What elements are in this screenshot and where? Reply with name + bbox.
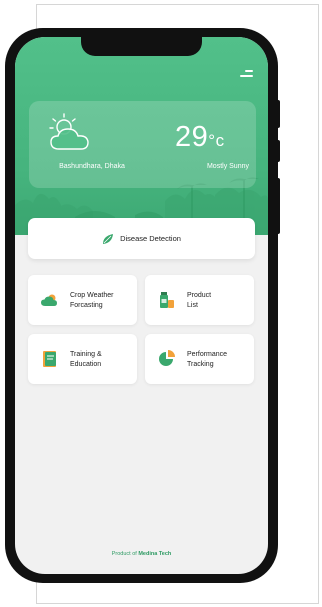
cloud-sun-icon xyxy=(41,294,57,306)
product-bottle-icon xyxy=(160,292,174,308)
footer-prefix: Product of xyxy=(111,551,139,557)
tile-crop-weather-label: Crop Weather Forcasting xyxy=(70,292,114,309)
weather-location: Bashundhara, Dhaka xyxy=(59,163,125,170)
footer-credit: Product of Medina Tech xyxy=(15,551,268,557)
tile-training-education[interactable]: Training & Education xyxy=(28,334,137,384)
power-button xyxy=(276,100,280,128)
partly-cloudy-icon xyxy=(49,113,89,150)
tile-product-list-label: Product List xyxy=(187,292,212,309)
leaf-icon xyxy=(103,233,114,244)
tile-performance-tracking-label: Performance Tracking xyxy=(187,351,228,368)
app-screen: Bashundhara, Dhaka 29°c Mostly Sunny Dis… xyxy=(15,37,268,574)
menu-icon[interactable] xyxy=(240,70,253,80)
tile-crop-weather[interactable]: Crop Weather Forcasting xyxy=(28,275,137,325)
pie-chart-icon xyxy=(159,350,175,366)
phone-notch xyxy=(81,37,202,56)
weather-card: Bashundhara, Dhaka 29°c Mostly Sunny xyxy=(29,101,256,188)
tile-product-list[interactable]: Product List xyxy=(145,275,254,325)
disease-detection-label: Disease Detection xyxy=(120,234,181,243)
phone-mockup: Bashundhara, Dhaka 29°c Mostly Sunny Dis… xyxy=(5,28,280,583)
tile-training-education-label: Training & Education xyxy=(70,351,102,368)
page: Bashundhara, Dhaka 29°c Mostly Sunny Dis… xyxy=(0,0,322,607)
volume-button xyxy=(276,140,280,162)
disease-detection-button[interactable]: Disease Detection xyxy=(28,218,255,259)
temperature: 29°c xyxy=(175,121,225,154)
footer-brand: Medina Tech xyxy=(138,551,172,557)
book-icon xyxy=(43,351,56,367)
side-button xyxy=(276,178,280,234)
weather-condition: Mostly Sunny xyxy=(206,163,249,170)
tile-performance-tracking[interactable]: Performance Tracking xyxy=(145,334,254,384)
temperature-unit: °c xyxy=(208,131,225,150)
temperature-value: 29 xyxy=(175,121,209,153)
